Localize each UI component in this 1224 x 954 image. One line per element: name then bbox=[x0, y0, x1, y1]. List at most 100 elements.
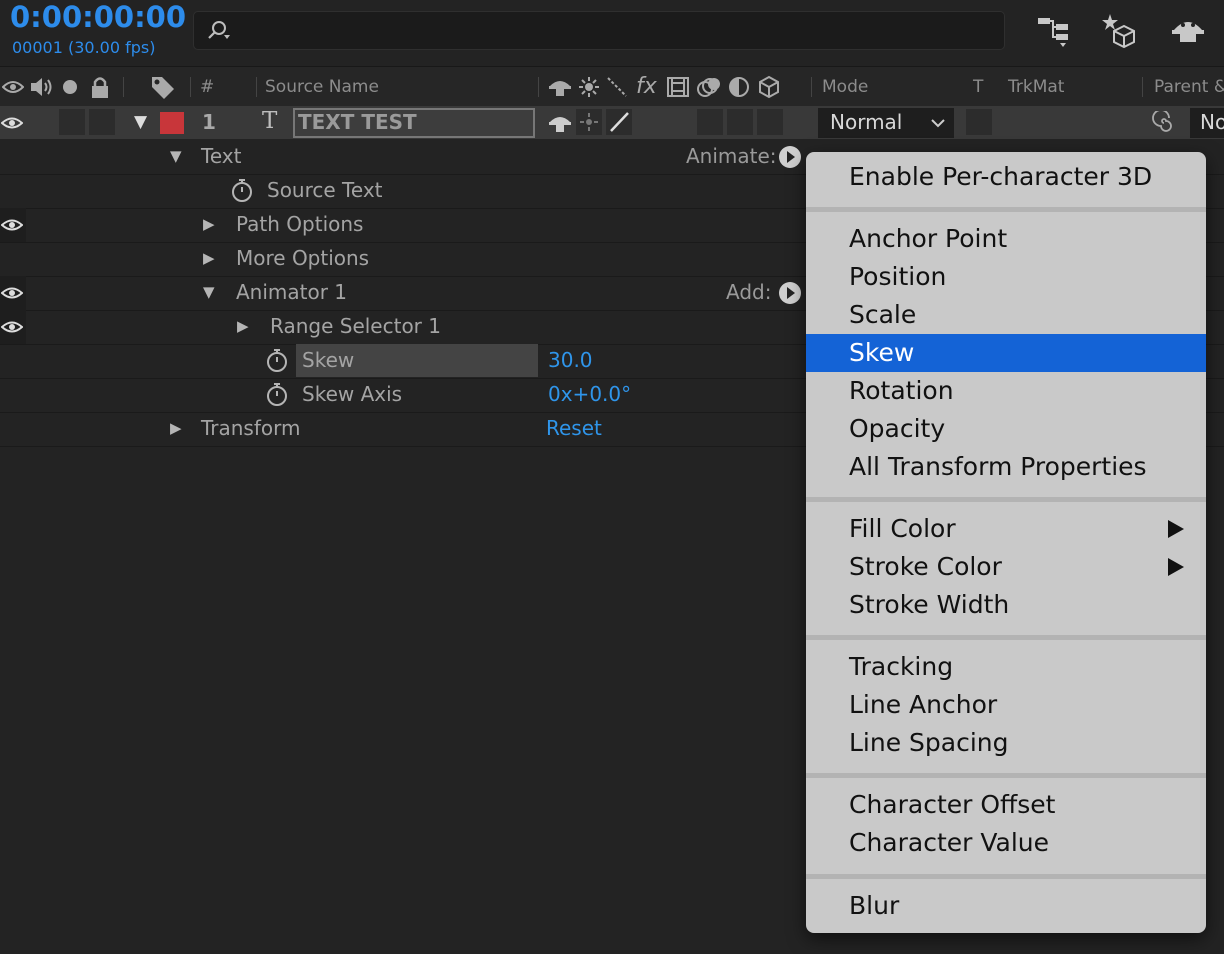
solo-switch[interactable] bbox=[59, 109, 85, 135]
add-menu-button[interactable] bbox=[778, 281, 802, 305]
expand-triangle-right-icon[interactable]: ▶ bbox=[203, 215, 215, 233]
layer-collapse-switch[interactable] bbox=[576, 109, 602, 135]
solo-dot-icon[interactable] bbox=[62, 79, 78, 95]
skew-axis-value[interactable]: 0x+0.0° bbox=[548, 382, 631, 406]
adjustment-layer-icon[interactable] bbox=[728, 76, 750, 98]
blend-mode-value: Normal bbox=[830, 110, 903, 134]
effects-fx-icon[interactable]: fx bbox=[636, 74, 657, 99]
skew-value[interactable]: 30.0 bbox=[548, 348, 593, 372]
menu-separator bbox=[806, 773, 1206, 778]
eye-icon[interactable] bbox=[1, 318, 23, 336]
video-switch-eye-icon[interactable] bbox=[2, 77, 24, 97]
expand-triangle-right-icon[interactable]: ▶ bbox=[237, 317, 249, 335]
menu-item-all-transform-properties[interactable]: All Transform Properties bbox=[806, 448, 1206, 486]
menu-item-skew[interactable]: Skew bbox=[806, 334, 1206, 372]
column-t[interactable]: T bbox=[973, 77, 983, 97]
search-icon[interactable] bbox=[206, 20, 232, 42]
shy-switch-icon[interactable] bbox=[548, 76, 572, 98]
skew-label-highlight: Skew bbox=[296, 344, 538, 377]
collapse-sun-icon[interactable] bbox=[578, 76, 600, 98]
column-mode[interactable]: Mode bbox=[822, 77, 868, 97]
expand-triangle-right-icon[interactable]: ▶ bbox=[170, 419, 182, 437]
label-tag-icon[interactable] bbox=[150, 75, 176, 99]
menu-item-line-anchor[interactable]: Line Anchor bbox=[806, 686, 1206, 724]
layer-column-header: # Source Name fx Mode T TrkMat Parent & bbox=[0, 66, 1224, 108]
menu-item-opacity[interactable]: Opacity bbox=[806, 410, 1206, 448]
menu-separator bbox=[806, 497, 1206, 502]
property-skew-label: Skew bbox=[302, 348, 355, 372]
search-input[interactable] bbox=[238, 18, 982, 44]
audio-speaker-icon[interactable] bbox=[29, 75, 55, 99]
layer-motion-blur-switch[interactable] bbox=[697, 109, 723, 135]
expand-triangle-down-icon[interactable]: ▼ bbox=[203, 283, 215, 301]
property-animator-1-label: Animator 1 bbox=[236, 280, 348, 304]
menu-item-character-offset[interactable]: Character Offset bbox=[806, 786, 1206, 824]
layer-adjustment-switch[interactable] bbox=[727, 109, 753, 135]
layer-visibility-eye-icon[interactable] bbox=[1, 114, 23, 132]
animate-label: Animate: bbox=[686, 144, 777, 168]
expand-triangle-down-icon[interactable]: ▼ bbox=[170, 147, 182, 165]
stopwatch-icon[interactable] bbox=[231, 178, 253, 202]
menu-item-line-spacing[interactable]: Line Spacing bbox=[806, 724, 1206, 762]
frame-fps-readout: 00001 (30.00 fps) bbox=[12, 38, 156, 57]
menu-item-stroke-color[interactable]: Stroke Color bbox=[806, 548, 1206, 586]
column-trkmat[interactable]: TrkMat bbox=[1008, 77, 1064, 97]
layer-number: 1 bbox=[202, 110, 216, 134]
menu-item-tracking[interactable]: Tracking bbox=[806, 648, 1206, 686]
lock-icon[interactable] bbox=[90, 75, 110, 99]
layer-quality-switch[interactable] bbox=[606, 109, 632, 135]
motion-blur-icon[interactable] bbox=[696, 75, 722, 99]
shy-layers-icon[interactable] bbox=[1168, 10, 1208, 50]
column-number[interactable]: # bbox=[200, 77, 214, 97]
menu-item-position[interactable]: Position bbox=[806, 258, 1206, 296]
menu-item-enable-per-character-3d[interactable]: Enable Per-character 3D bbox=[806, 158, 1206, 196]
property-range-selector-1-label: Range Selector 1 bbox=[270, 314, 441, 338]
layer-label-color[interactable] bbox=[160, 112, 184, 134]
composition-flowchart-icon[interactable] bbox=[1034, 10, 1074, 50]
parent-dropdown[interactable]: No bbox=[1190, 108, 1224, 138]
timecode[interactable]: 0:00:00:00 bbox=[10, 0, 186, 34]
menu-item-stroke-width[interactable]: Stroke Width bbox=[806, 586, 1206, 624]
menu-separator bbox=[806, 874, 1206, 879]
stopwatch-icon[interactable] bbox=[266, 348, 288, 372]
transform-reset-link[interactable]: Reset bbox=[546, 416, 602, 440]
chevron-down-icon bbox=[931, 119, 945, 128]
frame-blending-icon[interactable] bbox=[666, 76, 690, 98]
quality-slash-icon bbox=[610, 112, 629, 132]
lock-switch[interactable] bbox=[89, 109, 115, 135]
stopwatch-icon[interactable] bbox=[266, 382, 288, 406]
layer-expand-triangle-icon[interactable]: ▼ bbox=[134, 112, 147, 132]
animate-add-context-menu: Enable Per-character 3D Anchor Point Pos… bbox=[806, 152, 1206, 933]
menu-item-rotation[interactable]: Rotation bbox=[806, 372, 1206, 410]
menu-item-fill-color[interactable]: Fill Color bbox=[806, 510, 1206, 548]
menu-item-blur[interactable]: Blur bbox=[806, 887, 1206, 925]
3d-layer-cube-icon[interactable] bbox=[757, 75, 781, 99]
menu-item-scale[interactable]: Scale bbox=[806, 296, 1206, 334]
quality-icon[interactable] bbox=[606, 76, 628, 98]
search-box[interactable] bbox=[193, 11, 1005, 50]
submenu-arrow-icon bbox=[1168, 520, 1184, 538]
menu-item-character-value[interactable]: Character Value bbox=[806, 824, 1206, 862]
parent-value: No bbox=[1200, 110, 1224, 134]
layer-name: TEXT TEST bbox=[298, 110, 417, 134]
layer-row[interactable]: ▼ 1 T TEXT TEST Normal No bbox=[0, 106, 1224, 139]
parent-pickwhip-icon[interactable] bbox=[1152, 111, 1176, 135]
trkmat-box[interactable] bbox=[966, 109, 992, 135]
layer-name-field[interactable]: TEXT TEST bbox=[293, 108, 535, 138]
eye-icon[interactable] bbox=[1, 284, 23, 302]
property-transform-label: Transform bbox=[201, 416, 301, 440]
draft-3d-icon[interactable] bbox=[1100, 10, 1140, 50]
blend-mode-dropdown[interactable]: Normal bbox=[818, 108, 954, 138]
animate-menu-button[interactable] bbox=[778, 145, 802, 169]
column-source-name[interactable]: Source Name bbox=[265, 77, 379, 97]
menu-item-anchor-point[interactable]: Anchor Point bbox=[806, 220, 1206, 258]
layer-3d-switch[interactable] bbox=[757, 109, 783, 135]
eye-icon[interactable] bbox=[1, 216, 23, 234]
layer-shy-switch-icon[interactable] bbox=[548, 112, 572, 134]
property-more-options-label: More Options bbox=[236, 246, 370, 270]
property-path-options-label: Path Options bbox=[236, 212, 364, 236]
menu-separator bbox=[806, 207, 1206, 212]
expand-triangle-right-icon[interactable]: ▶ bbox=[203, 249, 215, 267]
submenu-arrow-icon bbox=[1168, 558, 1184, 576]
column-parent[interactable]: Parent & bbox=[1154, 77, 1224, 97]
